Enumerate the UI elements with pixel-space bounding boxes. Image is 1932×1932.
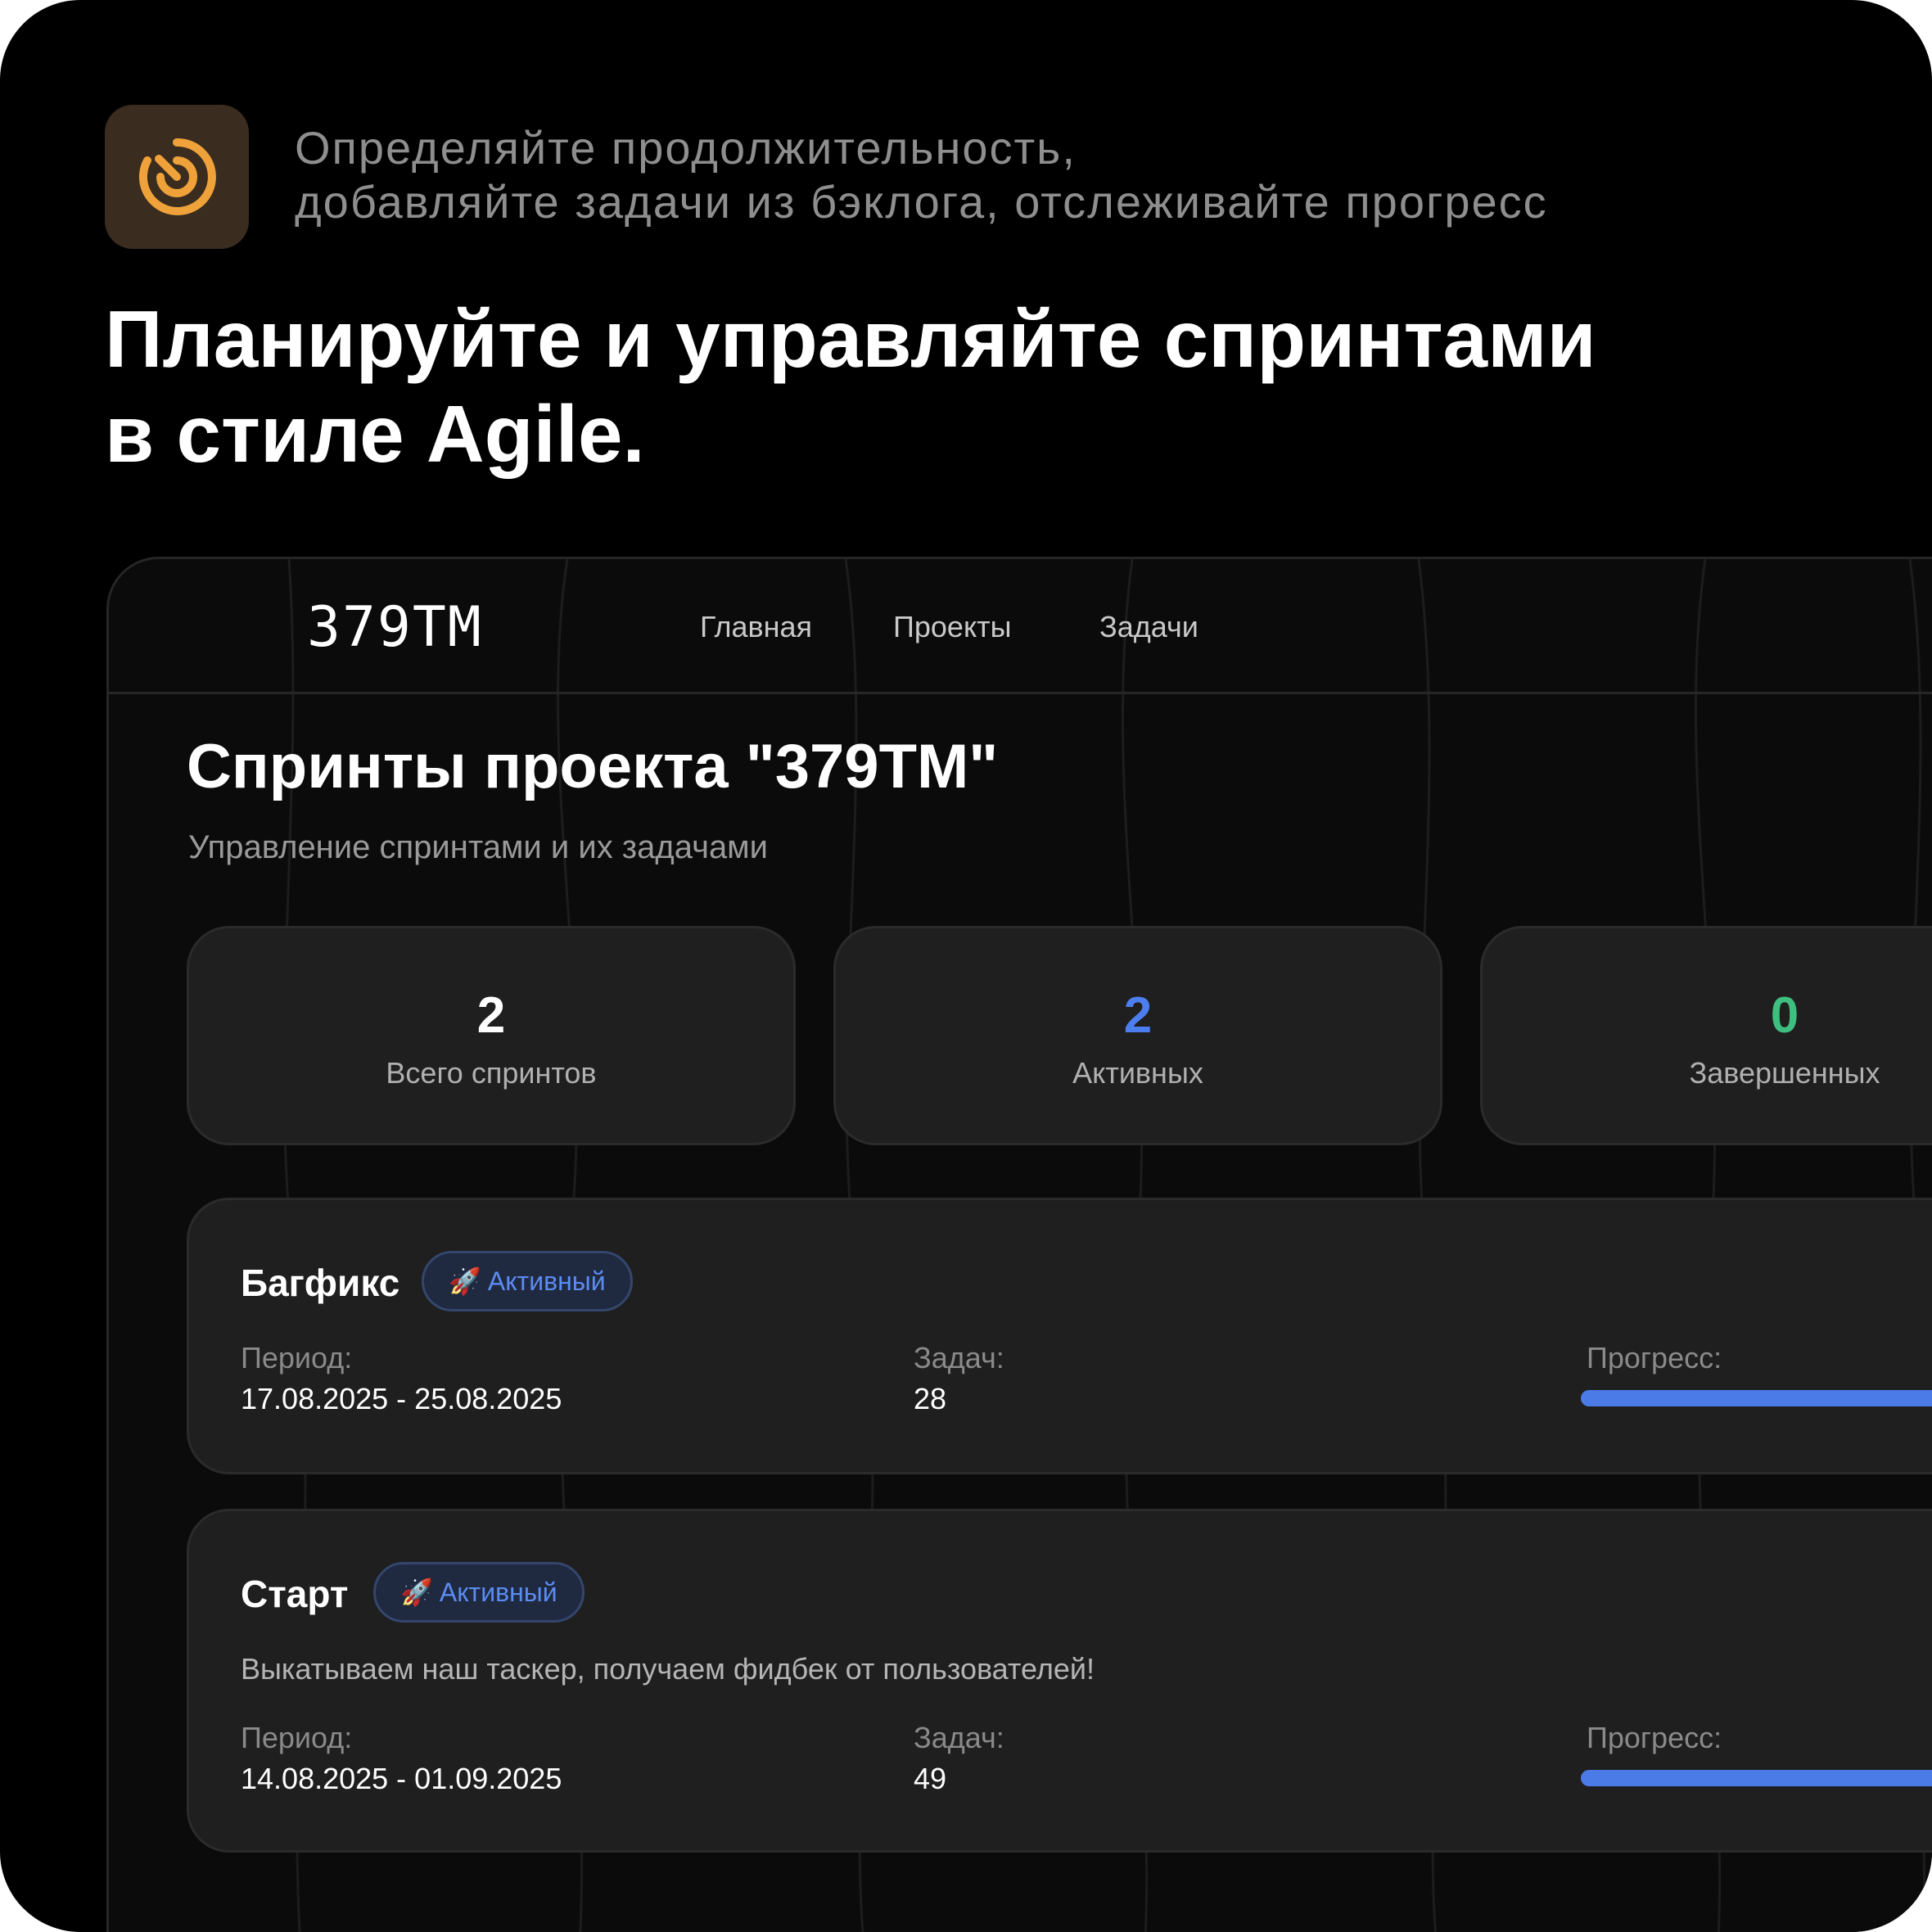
- intro-text: Определяйте продолжительность, добавляйт…: [295, 121, 1768, 229]
- headline: Планируйте и управляйте спринтами в стил…: [105, 291, 1824, 481]
- sprint-card[interactable]: Багфикс 🚀 Активный Период: 17.08.2025 - …: [187, 1198, 1932, 1474]
- top-navbar: 379TM Главная Проекты Задачи: [109, 559, 1932, 694]
- sprint-name: Старт: [241, 1573, 349, 1615]
- status-badge: 🚀 Активный: [422, 1251, 633, 1311]
- intro-line: Определяйте продолжительность,: [295, 122, 1077, 174]
- intro-line: добавляйте задачи из бэклога, отслеживай…: [295, 176, 1548, 228]
- stat-card-completed: 0 Завершенных: [1480, 926, 1932, 1145]
- period-label: Период:: [241, 1341, 353, 1375]
- period-value: 17.08.2025 - 25.08.2025: [241, 1382, 562, 1415]
- rocket-icon: 🚀: [400, 1578, 433, 1607]
- tasks-label: Задач:: [914, 1341, 1004, 1375]
- status-label: Активный: [439, 1577, 557, 1607]
- tasks-count: 49: [914, 1762, 947, 1795]
- headline-line: в стиле Agile.: [105, 389, 645, 479]
- period-value: 14.08.2025 - 01.09.2025: [241, 1762, 562, 1795]
- stat-label: Активных: [1072, 1056, 1203, 1090]
- tasks-count: 28: [914, 1382, 947, 1415]
- page-title: Спринты проекта "379TM": [187, 732, 999, 801]
- sprint-description: Выкатываем наш таскер, получаем фидбек о…: [241, 1652, 1095, 1686]
- status-badge: 🚀 Активный: [373, 1562, 585, 1623]
- progress-bar: [1581, 1390, 1932, 1406]
- target-icon: [138, 138, 216, 215]
- tasks-label: Задач:: [914, 1721, 1004, 1754]
- progress-label: Прогресс:: [1587, 1721, 1722, 1754]
- page-subtitle: Управление спринтами и их задачами: [188, 829, 769, 865]
- nav-link-tasks[interactable]: Задачи: [1099, 610, 1198, 644]
- progress-label: Прогресс:: [1587, 1341, 1722, 1375]
- app-icon-tile: [105, 105, 249, 249]
- promo-card: Определяйте продолжительность, добавляйт…: [0, 0, 1932, 1932]
- sprint-card[interactable]: Старт 🚀 Активный Выкатываем наш таскер, …: [187, 1509, 1932, 1853]
- stat-card-total: 2 Всего спринтов: [187, 926, 796, 1145]
- app-logo[interactable]: 379TM: [307, 595, 483, 660]
- stat-value: 2: [1123, 987, 1153, 1044]
- stat-label: Завершенных: [1689, 1056, 1880, 1090]
- nav-link-home[interactable]: Главная: [700, 610, 812, 644]
- progress-bar: [1581, 1770, 1932, 1786]
- status-label: Активный: [487, 1266, 606, 1296]
- stat-card-active: 2 Активных: [833, 926, 1442, 1145]
- stat-value: 2: [476, 987, 506, 1044]
- headline-line: Планируйте и управляйте спринтами: [105, 294, 1596, 384]
- app-window: 379TM Главная Проекты Задачи Спринты про…: [106, 557, 1932, 1932]
- period-label: Период:: [241, 1721, 353, 1754]
- nav-link-projects[interactable]: Проекты: [893, 610, 1011, 644]
- stat-label: Всего спринтов: [386, 1056, 597, 1090]
- sprint-name: Багфикс: [241, 1262, 400, 1304]
- rocket-icon: 🚀: [449, 1266, 481, 1296]
- stat-value: 0: [1770, 987, 1799, 1044]
